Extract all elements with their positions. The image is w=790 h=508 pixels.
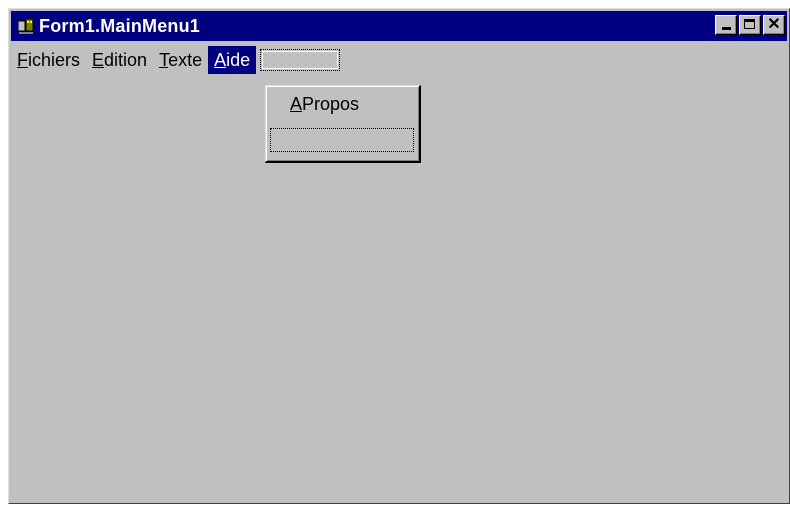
window-title: Form1.MainMenu1 <box>39 15 201 36</box>
close-button[interactable]: ✕ <box>763 15 785 35</box>
menu-item-apropos[interactable]: APropos <box>290 94 359 115</box>
new-menu-placeholder[interactable] <box>260 49 341 71</box>
menu-edition[interactable]: Edition <box>86 46 153 74</box>
maximize-button[interactable] <box>739 15 761 35</box>
menu-aide[interactable]: Aide <box>208 46 257 74</box>
title-bar[interactable]: Form1.MainMenu1 ✕ <box>11 11 787 41</box>
form-window: Form1.MainMenu1 ✕ Fichiers Edition Texte… <box>8 8 790 504</box>
menu-texte[interactable]: Texte <box>153 46 208 74</box>
minimize-button[interactable] <box>715 15 737 35</box>
aide-dropdown: APropos <box>265 85 421 163</box>
menu-fichiers[interactable]: Fichiers <box>11 46 86 74</box>
close-icon: ✕ <box>767 16 781 33</box>
app-icon[interactable] <box>17 17 35 35</box>
menu-bar: Fichiers Edition Texte Aide <box>11 45 787 75</box>
new-submenu-placeholder[interactable] <box>270 128 414 152</box>
